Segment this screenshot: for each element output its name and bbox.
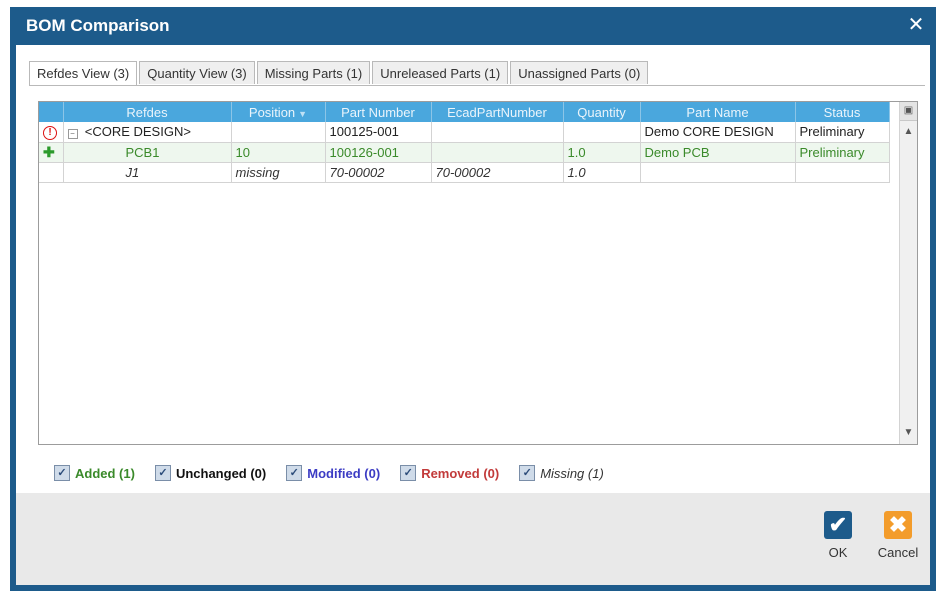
ok-button[interactable]: ✔ OK — [813, 511, 863, 560]
error-icon: ! — [43, 126, 57, 141]
refdes-cell: PCB1 — [63, 142, 232, 163]
close-icon[interactable]: ✕ — [904, 13, 928, 37]
refdes-value: <CORE DESIGN> — [84, 124, 191, 140]
header-status[interactable]: Status — [795, 102, 890, 122]
sort-desc-icon: ▼ — [298, 108, 308, 119]
column-chooser-icon[interactable]: ▣ — [900, 102, 917, 121]
tab-missing-parts[interactable]: Missing Parts (1) — [256, 61, 371, 84]
part-number-cell: 70-00002 — [325, 162, 432, 183]
refdes-cell: − <CORE DESIGN> — [63, 122, 232, 143]
tab-quantity-view[interactable]: Quantity View (3) — [139, 61, 255, 84]
status-cell: Preliminary — [795, 142, 890, 163]
checkbox-checked-icon[interactable]: ✓ — [154, 465, 171, 481]
status-cell — [795, 162, 890, 183]
collapse-icon[interactable]: − — [67, 129, 78, 140]
dialog-footer: ✔ OK ✖ Cancel — [16, 493, 930, 585]
ok-label: OK — [828, 545, 848, 560]
checkbox-checked-icon[interactable]: ✓ — [54, 465, 70, 481]
cancel-button[interactable]: ✖ Cancel — [873, 511, 923, 560]
row-status-cell: ✚ — [39, 142, 64, 163]
header-part-name[interactable]: Part Name — [640, 102, 796, 122]
header-refdes[interactable]: Refdes — [63, 102, 232, 122]
filter-modified-label: Modified (0) — [307, 465, 381, 481]
filter-modified[interactable]: ✓ Modified (0) — [286, 465, 380, 481]
part-name-cell: Demo CORE DESIGN — [640, 122, 796, 143]
bom-table: Refdes Position ▼ Part Number EcadPartNum… — [39, 102, 890, 183]
cancel-x-icon: ✖ — [884, 511, 912, 539]
cancel-label: Cancel — [877, 545, 919, 560]
filter-added[interactable]: ✓ Added (1) — [54, 465, 135, 481]
filter-added-label: Added (1) — [75, 465, 135, 481]
bom-comparison-dialog: BOM Comparison ✕ Refdes View (3) Quantit… — [10, 7, 936, 591]
table-header-row: Refdes Position ▼ Part Number EcadPartNum… — [39, 102, 890, 122]
checkbox-checked-icon[interactable]: ✓ — [519, 465, 536, 481]
part-number-cell: 100126-001 — [325, 142, 432, 163]
dialog-content: Refdes View (3) Quantity View (3) Missin… — [16, 45, 930, 493]
header-quantity[interactable]: Quantity — [563, 102, 641, 122]
add-icon: ✚ — [43, 143, 55, 160]
table-row[interactable]: ! − <CORE DESIGN> 100125-001 Demo CORE D… — [39, 122, 890, 143]
header-part-number[interactable]: Part Number — [325, 102, 432, 122]
scroll-up-icon[interactable]: ▲ — [900, 123, 917, 140]
ecad-part-number-cell: 70-00002 — [431, 162, 564, 183]
quantity-cell — [563, 122, 641, 143]
position-cell: 10 — [231, 142, 326, 163]
position-cell: missing — [231, 162, 326, 183]
filter-missing-label: Missing (1) — [540, 465, 604, 481]
table-row[interactable]: J1 missing 70-00002 70-00002 1.0 — [39, 162, 890, 183]
tab-unassigned-parts[interactable]: Unassigned Parts (0) — [510, 61, 649, 84]
check-icon: ✔ — [824, 511, 852, 539]
part-name-cell: Demo PCB — [640, 142, 796, 163]
tab-divider — [29, 85, 925, 86]
ecad-part-number-cell — [431, 142, 564, 163]
table-row[interactable]: ✚ PCB1 10 100126-001 1.0 Demo PCB Prelim… — [39, 142, 890, 163]
tab-unreleased-parts[interactable]: Unreleased Parts (1) — [372, 61, 509, 84]
part-name-cell — [640, 162, 796, 183]
header-ecad-part-number[interactable]: EcadPartNumber — [431, 102, 564, 122]
header-position[interactable]: Position ▼ — [231, 102, 326, 122]
vertical-scrollbar[interactable]: ▣ ▲ ▼ — [899, 102, 917, 444]
filter-missing[interactable]: ✓ Missing (1) — [519, 465, 604, 481]
status-cell: Preliminary — [795, 122, 890, 143]
filter-removed[interactable]: ✓ Removed (0) — [400, 465, 499, 481]
header-position-label: Position — [248, 104, 296, 120]
checkbox-checked-icon[interactable]: ✓ — [400, 465, 417, 481]
ecad-part-number-cell — [431, 122, 564, 143]
tab-refdes-view[interactable]: Refdes View (3) — [29, 61, 138, 86]
refdes-cell: J1 — [63, 162, 232, 183]
legend-filters: ✓ Added (1) ✓ Unchanged (0) ✓ Modified (… — [54, 462, 604, 484]
filter-unchanged-label: Unchanged (0) — [175, 465, 267, 481]
position-cell — [231, 122, 326, 143]
window-title: BOM Comparison — [26, 16, 170, 35]
filter-removed-label: Removed (0) — [421, 465, 500, 481]
bom-grid: Refdes Position ▼ Part Number EcadPartNum… — [38, 101, 918, 445]
view-tabs: Refdes View (3) Quantity View (3) Missin… — [29, 61, 649, 86]
quantity-cell: 1.0 — [563, 142, 641, 163]
header-status-icon — [39, 102, 64, 122]
title-bar: BOM Comparison ✕ — [10, 7, 936, 45]
filter-unchanged[interactable]: ✓ Unchanged (0) — [154, 465, 267, 481]
quantity-cell: 1.0 — [563, 162, 641, 183]
row-status-cell — [39, 162, 64, 183]
checkbox-checked-icon[interactable]: ✓ — [286, 465, 303, 481]
scroll-down-icon[interactable]: ▼ — [900, 424, 917, 441]
part-number-cell: 100125-001 — [325, 122, 432, 143]
row-status-cell: ! — [39, 122, 64, 143]
